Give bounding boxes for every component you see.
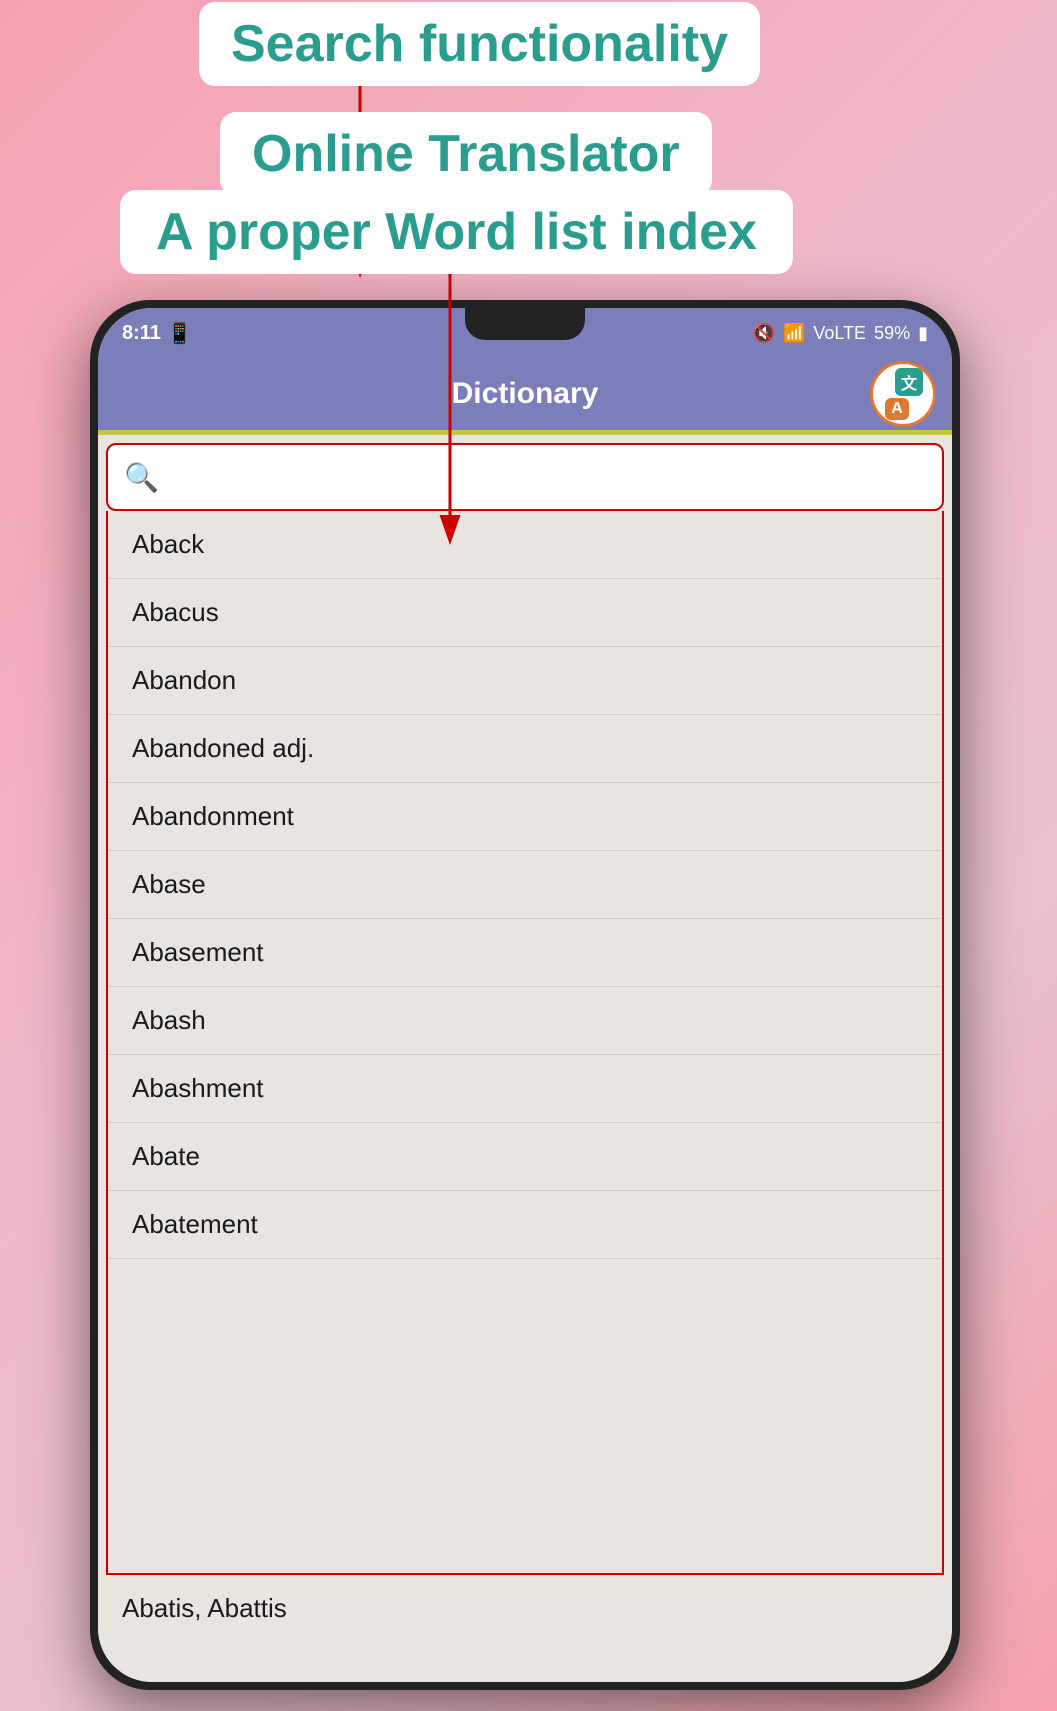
phone-screen: 8:11 📱 🔇 📶 VoLTE 59% ▮ Dictionary 文 A — [98, 308, 952, 1682]
list-item[interactable]: Abash — [108, 987, 942, 1055]
phone-frame: 8:11 📱 🔇 📶 VoLTE 59% ▮ Dictionary 文 A — [90, 300, 960, 1690]
word-list: Aback Abacus Abandon Abandoned adj. Aban… — [106, 511, 944, 1575]
translator-icon: 文 A — [889, 368, 917, 420]
list-item[interactable]: Abandoned adj. — [108, 715, 942, 783]
list-item[interactable]: Aback — [108, 511, 942, 579]
search-container[interactable]: 🔍 — [106, 443, 944, 511]
annotation-search: Search functionality — [199, 2, 760, 86]
bottom-area — [98, 1642, 952, 1682]
list-item[interactable]: Abasement — [108, 919, 942, 987]
search-input[interactable] — [169, 464, 926, 490]
status-left: 8:11 📱 — [122, 321, 192, 346]
status-right: 🔇 📶 VoLTE 59% ▮ — [753, 323, 928, 344]
list-item[interactable]: Abashment — [108, 1055, 942, 1123]
yellow-divider — [98, 430, 952, 435]
list-item[interactable]: Abandonment — [108, 783, 942, 851]
app-top-bar: Dictionary 文 A — [98, 358, 952, 430]
mute-icon: 🔇 — [753, 323, 775, 344]
list-item[interactable]: Abase — [108, 851, 942, 919]
signal-icon: VoLTE — [813, 323, 866, 344]
list-item[interactable]: Abacus — [108, 579, 942, 647]
search-icon: 🔍 — [124, 461, 159, 494]
translator-button[interactable]: 文 A — [870, 361, 936, 427]
battery-icon: ▮ — [918, 323, 928, 344]
annotation-wordlist: A proper Word list index — [120, 190, 793, 274]
translator-icon-chinese: 文 — [895, 368, 923, 396]
battery-level: 59% — [874, 323, 910, 344]
status-time: 8:11 — [122, 322, 161, 345]
translator-icon-english: A — [885, 398, 909, 420]
whatsapp-icon: 📱 — [167, 321, 192, 346]
annotation-translator: Online Translator — [220, 112, 712, 196]
wifi-icon: 📶 — [783, 323, 805, 344]
list-item[interactable]: Abandon — [108, 647, 942, 715]
list-item-partial[interactable]: Abatis, Abattis — [98, 1575, 952, 1642]
list-item[interactable]: Abate — [108, 1123, 942, 1191]
list-item[interactable]: Abatement — [108, 1191, 942, 1259]
